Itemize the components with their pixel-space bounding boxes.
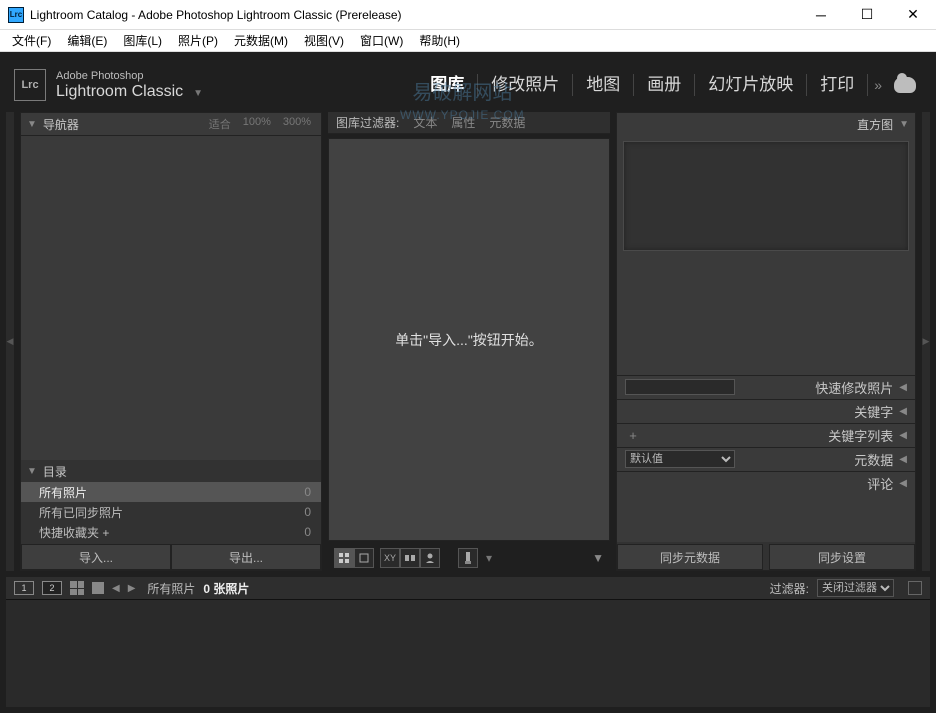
expander-icon: ▼ — [27, 466, 37, 477]
nav-forward-icon[interactable]: ▶ — [128, 583, 136, 594]
minimize-button[interactable]: ─ — [798, 0, 844, 30]
filter-metadata[interactable]: 元数据 — [489, 114, 525, 131]
list-item-label: 快捷收藏夹 + — [39, 524, 109, 541]
brand-line2: Lightroom Classic▼ — [56, 83, 203, 101]
painter-tool-button[interactable] — [458, 548, 478, 568]
filmstrip-grid-icon[interactable] — [70, 581, 84, 595]
menu-window[interactable]: 窗口(W) — [352, 32, 411, 49]
filter-lock-icon[interactable] — [908, 581, 922, 595]
list-item-count: 0 — [304, 525, 311, 539]
menu-metadata[interactable]: 元数据(M) — [226, 32, 296, 49]
empty-grid-message: 单击"导入..."按钮开始。 — [395, 330, 543, 350]
module-book[interactable]: 画册 — [634, 74, 695, 96]
add-keyword-icon[interactable]: + — [625, 428, 641, 443]
filmstrip-body[interactable] — [6, 599, 930, 707]
histogram-canvas — [623, 141, 909, 251]
brand-line1: Adobe Photoshop — [56, 69, 203, 83]
filmstrip-count: 0 张照片 — [203, 580, 249, 597]
catalog-header[interactable]: ▼ 目录 — [21, 460, 321, 482]
catalog-title: 目录 — [43, 463, 67, 480]
library-filter-bar: 图库过滤器: 文本 属性 元数据 — [328, 112, 610, 134]
right-collapse-handle[interactable]: ▶ — [922, 112, 930, 571]
metadata-preset-select[interactable]: 默认值 — [625, 450, 735, 468]
navigator-preview — [21, 135, 321, 460]
filmstrip-loupe-icon[interactable] — [92, 582, 104, 594]
quick-preset-select[interactable] — [625, 379, 735, 395]
lrc-badge-icon: Lrc — [14, 69, 46, 101]
list-item-count: 0 — [304, 505, 311, 519]
keywords-header[interactable]: 关键字 ◀ — [617, 399, 915, 423]
navigator-title: 导航器 — [43, 116, 79, 133]
menu-photo[interactable]: 照片(P) — [170, 32, 226, 49]
histogram-title: 直方图 — [857, 116, 893, 133]
close-button[interactable]: ✕ — [890, 0, 936, 30]
module-map[interactable]: 地图 — [573, 74, 634, 96]
catalog-item-synced[interactable]: 所有已同步照片 0 — [21, 502, 321, 522]
menu-library[interactable]: 图库(L) — [115, 32, 170, 49]
export-button[interactable]: 导出... — [171, 544, 321, 570]
filmstrip-source[interactable]: 所有照片 — [147, 580, 195, 597]
filter-attribute[interactable]: 属性 — [451, 114, 475, 131]
zoom-fit[interactable]: 适合 — [209, 116, 231, 132]
menu-edit[interactable]: 编辑(E) — [59, 32, 115, 49]
filter-label: 图库过滤器: — [336, 114, 399, 131]
survey-view-button[interactable] — [400, 548, 420, 568]
cloud-sync-icon[interactable] — [894, 77, 916, 93]
module-develop[interactable]: 修改照片 — [478, 74, 573, 96]
expander-icon: ▼ — [899, 119, 909, 130]
module-library[interactable]: 图库 — [417, 74, 478, 96]
list-item-label: 所有照片 — [39, 484, 87, 501]
view-toolbar: XY ▾ ▼ — [328, 545, 610, 571]
zoom-100[interactable]: 100% — [243, 116, 271, 132]
menu-view[interactable]: 视图(V) — [296, 32, 352, 49]
metadata-header[interactable]: 默认值 元数据 ◀ — [617, 447, 915, 471]
secondary-monitor-button[interactable]: 2 — [42, 581, 62, 595]
modules-more-icon[interactable]: » — [868, 77, 888, 93]
list-item-count: 0 — [304, 485, 311, 499]
sync-metadata-button[interactable]: 同步元数据 — [617, 544, 763, 570]
list-item-label: 所有已同步照片 — [39, 504, 123, 521]
catalog-item-quick-collection[interactable]: 快捷收藏夹 + 0 — [21, 522, 321, 542]
toolbar-chevron-icon[interactable]: ▼ — [592, 551, 604, 565]
primary-monitor-button[interactable]: 1 — [14, 581, 34, 595]
navigator-header[interactable]: ▼ 导航器 适合 100% 300% — [21, 113, 321, 135]
app-icon: Lrc — [8, 7, 24, 23]
histogram-header[interactable]: 直方图 ▼ — [617, 113, 915, 135]
import-button[interactable]: 导入... — [21, 544, 171, 570]
painter-chevron-icon[interactable]: ▾ — [486, 551, 492, 565]
left-collapse-handle[interactable]: ◀ — [6, 112, 14, 571]
grid-view-button[interactable] — [334, 548, 354, 568]
filmstrip-filter-label: 过滤器: — [770, 580, 809, 597]
loupe-view-button[interactable] — [354, 548, 374, 568]
module-print[interactable]: 打印 — [807, 74, 868, 96]
filmstrip-filter-select[interactable]: 关闭过滤器 — [817, 579, 894, 597]
module-slideshow[interactable]: 幻灯片放映 — [695, 74, 807, 96]
brand-chevron-icon[interactable]: ▼ — [193, 88, 203, 99]
menu-help[interactable]: 帮助(H) — [411, 32, 468, 49]
catalog-item-all-photos[interactable]: 所有照片 0 — [21, 482, 321, 502]
quick-develop-header[interactable]: 快速修改照片 ◀ — [617, 375, 915, 399]
filter-text[interactable]: 文本 — [413, 114, 437, 131]
people-view-button[interactable] — [420, 548, 440, 568]
grid-view: 单击"导入..."按钮开始。 — [328, 138, 610, 541]
window-title: Lightroom Catalog - Adobe Photoshop Ligh… — [30, 8, 798, 22]
zoom-300[interactable]: 300% — [283, 116, 311, 132]
menubar: 文件(F) 编辑(E) 图库(L) 照片(P) 元数据(M) 视图(V) 窗口(… — [0, 30, 936, 52]
keyword-list-header[interactable]: + 关键字列表 ◀ — [617, 423, 915, 447]
expander-icon: ▼ — [27, 119, 37, 130]
menu-file[interactable]: 文件(F) — [4, 32, 59, 49]
nav-back-icon[interactable]: ◀ — [112, 583, 120, 594]
comments-header[interactable]: 评论 ◀ — [617, 471, 915, 495]
compare-view-button[interactable]: XY — [380, 548, 400, 568]
sync-settings-button[interactable]: 同步设置 — [769, 544, 915, 570]
maximize-button[interactable]: ☐ — [844, 0, 890, 30]
